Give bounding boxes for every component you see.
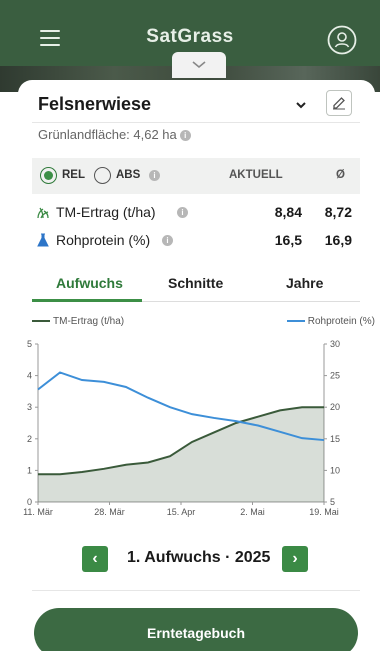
- row-avg-value: 16,9: [324, 232, 352, 248]
- edit-field-button[interactable]: [326, 90, 352, 116]
- tab-aufwuchs[interactable]: Aufwuchs: [56, 275, 123, 291]
- area-label: Grünlandfläche: 4,62 ha: [38, 127, 177, 142]
- info-icon[interactable]: i: [149, 170, 160, 181]
- y-tick-label-left: 5: [27, 339, 32, 349]
- x-tick-label: 28. Mär: [94, 507, 125, 517]
- growth-chart[interactable]: 0 1 2 3 4 5 5 10 15 20 25 30 11. Mär 28. Mär 15. Apr 2.…: [18, 330, 375, 520]
- area-info: Grünlandfläche: 4,62 ha i: [38, 127, 191, 142]
- abs-radio[interactable]: [94, 167, 111, 184]
- rel-radio[interactable]: [40, 167, 57, 184]
- growth-pager: ‹ 1. Aufwuchs · 2025 ›: [82, 546, 312, 572]
- y-tick-label-right: 15: [330, 434, 340, 444]
- x-tick-label: 19. Mai: [309, 507, 339, 517]
- table-row: TM-Ertrag (t/ha) i 8,84 8,72: [32, 201, 360, 225]
- grass-icon: [37, 207, 49, 219]
- chevron-down-icon: [192, 61, 206, 69]
- info-icon[interactable]: i: [179, 130, 191, 142]
- y-tick-label-right: 20: [330, 402, 340, 412]
- yield-area: [38, 407, 324, 502]
- table-header: REL ABS i AKTUELL Ø: [32, 158, 360, 194]
- chevron-down-icon[interactable]: [294, 98, 308, 112]
- info-icon[interactable]: i: [177, 207, 188, 218]
- row-avg-value: 8,72: [324, 204, 352, 220]
- active-tab-indicator: [32, 299, 142, 302]
- y-tick-label-right: 25: [330, 371, 340, 381]
- divider: [32, 590, 360, 591]
- legend-label: Rohprotein (%): [307, 316, 375, 327]
- divider: [32, 122, 360, 123]
- col-avg-header: Ø: [336, 169, 345, 181]
- field-name: Felsnerwiese: [38, 94, 152, 114]
- info-icon[interactable]: i: [162, 235, 173, 246]
- abs-label: ABS: [116, 169, 141, 181]
- legend-item-protein: Rohprotein (%): [286, 316, 375, 327]
- y-tick-label-right: 30: [330, 339, 340, 349]
- row-label: TM-Ertrag (t/ha): [56, 204, 156, 220]
- y-tick-label-left: 3: [27, 402, 32, 412]
- table-row: Rohprotein (%) i 16,5 16,9: [32, 229, 360, 253]
- harvest-diary-button[interactable]: Erntetagebuch: [34, 608, 358, 651]
- tab-schnitte[interactable]: Schnitte: [168, 275, 223, 291]
- y-tick-label-left: 0: [27, 497, 32, 507]
- legend-swatch: [32, 320, 50, 323]
- next-growth-button[interactable]: ›: [282, 546, 308, 572]
- account-icon[interactable]: [327, 25, 357, 55]
- tab-bar: Aufwuchs Schnitte Jahre: [32, 270, 360, 302]
- row-label: Rohprotein (%): [56, 232, 151, 248]
- row-current-value: 16,5: [274, 232, 302, 248]
- legend-label: TM-Ertrag (t/ha): [53, 316, 125, 327]
- previous-growth-button[interactable]: ‹: [82, 546, 108, 572]
- field-details-sheet: Felsnerwiese Grünlandfläche: 4,62 ha i RE…: [18, 80, 375, 651]
- sheet-collapse-handle[interactable]: [172, 52, 226, 78]
- col-current-header: AKTUELL: [229, 169, 283, 181]
- legend-swatch: [286, 320, 305, 323]
- flask-icon: [37, 233, 49, 247]
- y-tick-label-left: 4: [27, 371, 32, 381]
- x-tick-label: 15. Apr: [167, 507, 196, 517]
- y-tick-label-right: 10: [330, 465, 340, 475]
- y-tick-label-right: 5: [330, 497, 335, 507]
- app-title: SatGrass: [146, 26, 234, 47]
- row-current-value: 8,84: [274, 204, 302, 220]
- legend-item-yield: TM-Ertrag (t/ha): [32, 316, 124, 327]
- x-tick-label: 2. Mai: [240, 507, 265, 517]
- tab-jahre[interactable]: Jahre: [286, 275, 323, 291]
- x-tick-label: 11. Mär: [23, 507, 53, 517]
- y-tick-label-left: 2: [27, 434, 32, 444]
- edit-icon: [333, 97, 345, 110]
- rel-label: REL: [62, 169, 85, 181]
- growth-label: 1. Aufwuchs · 2025: [127, 549, 271, 566]
- y-tick-label-left: 1: [27, 465, 32, 475]
